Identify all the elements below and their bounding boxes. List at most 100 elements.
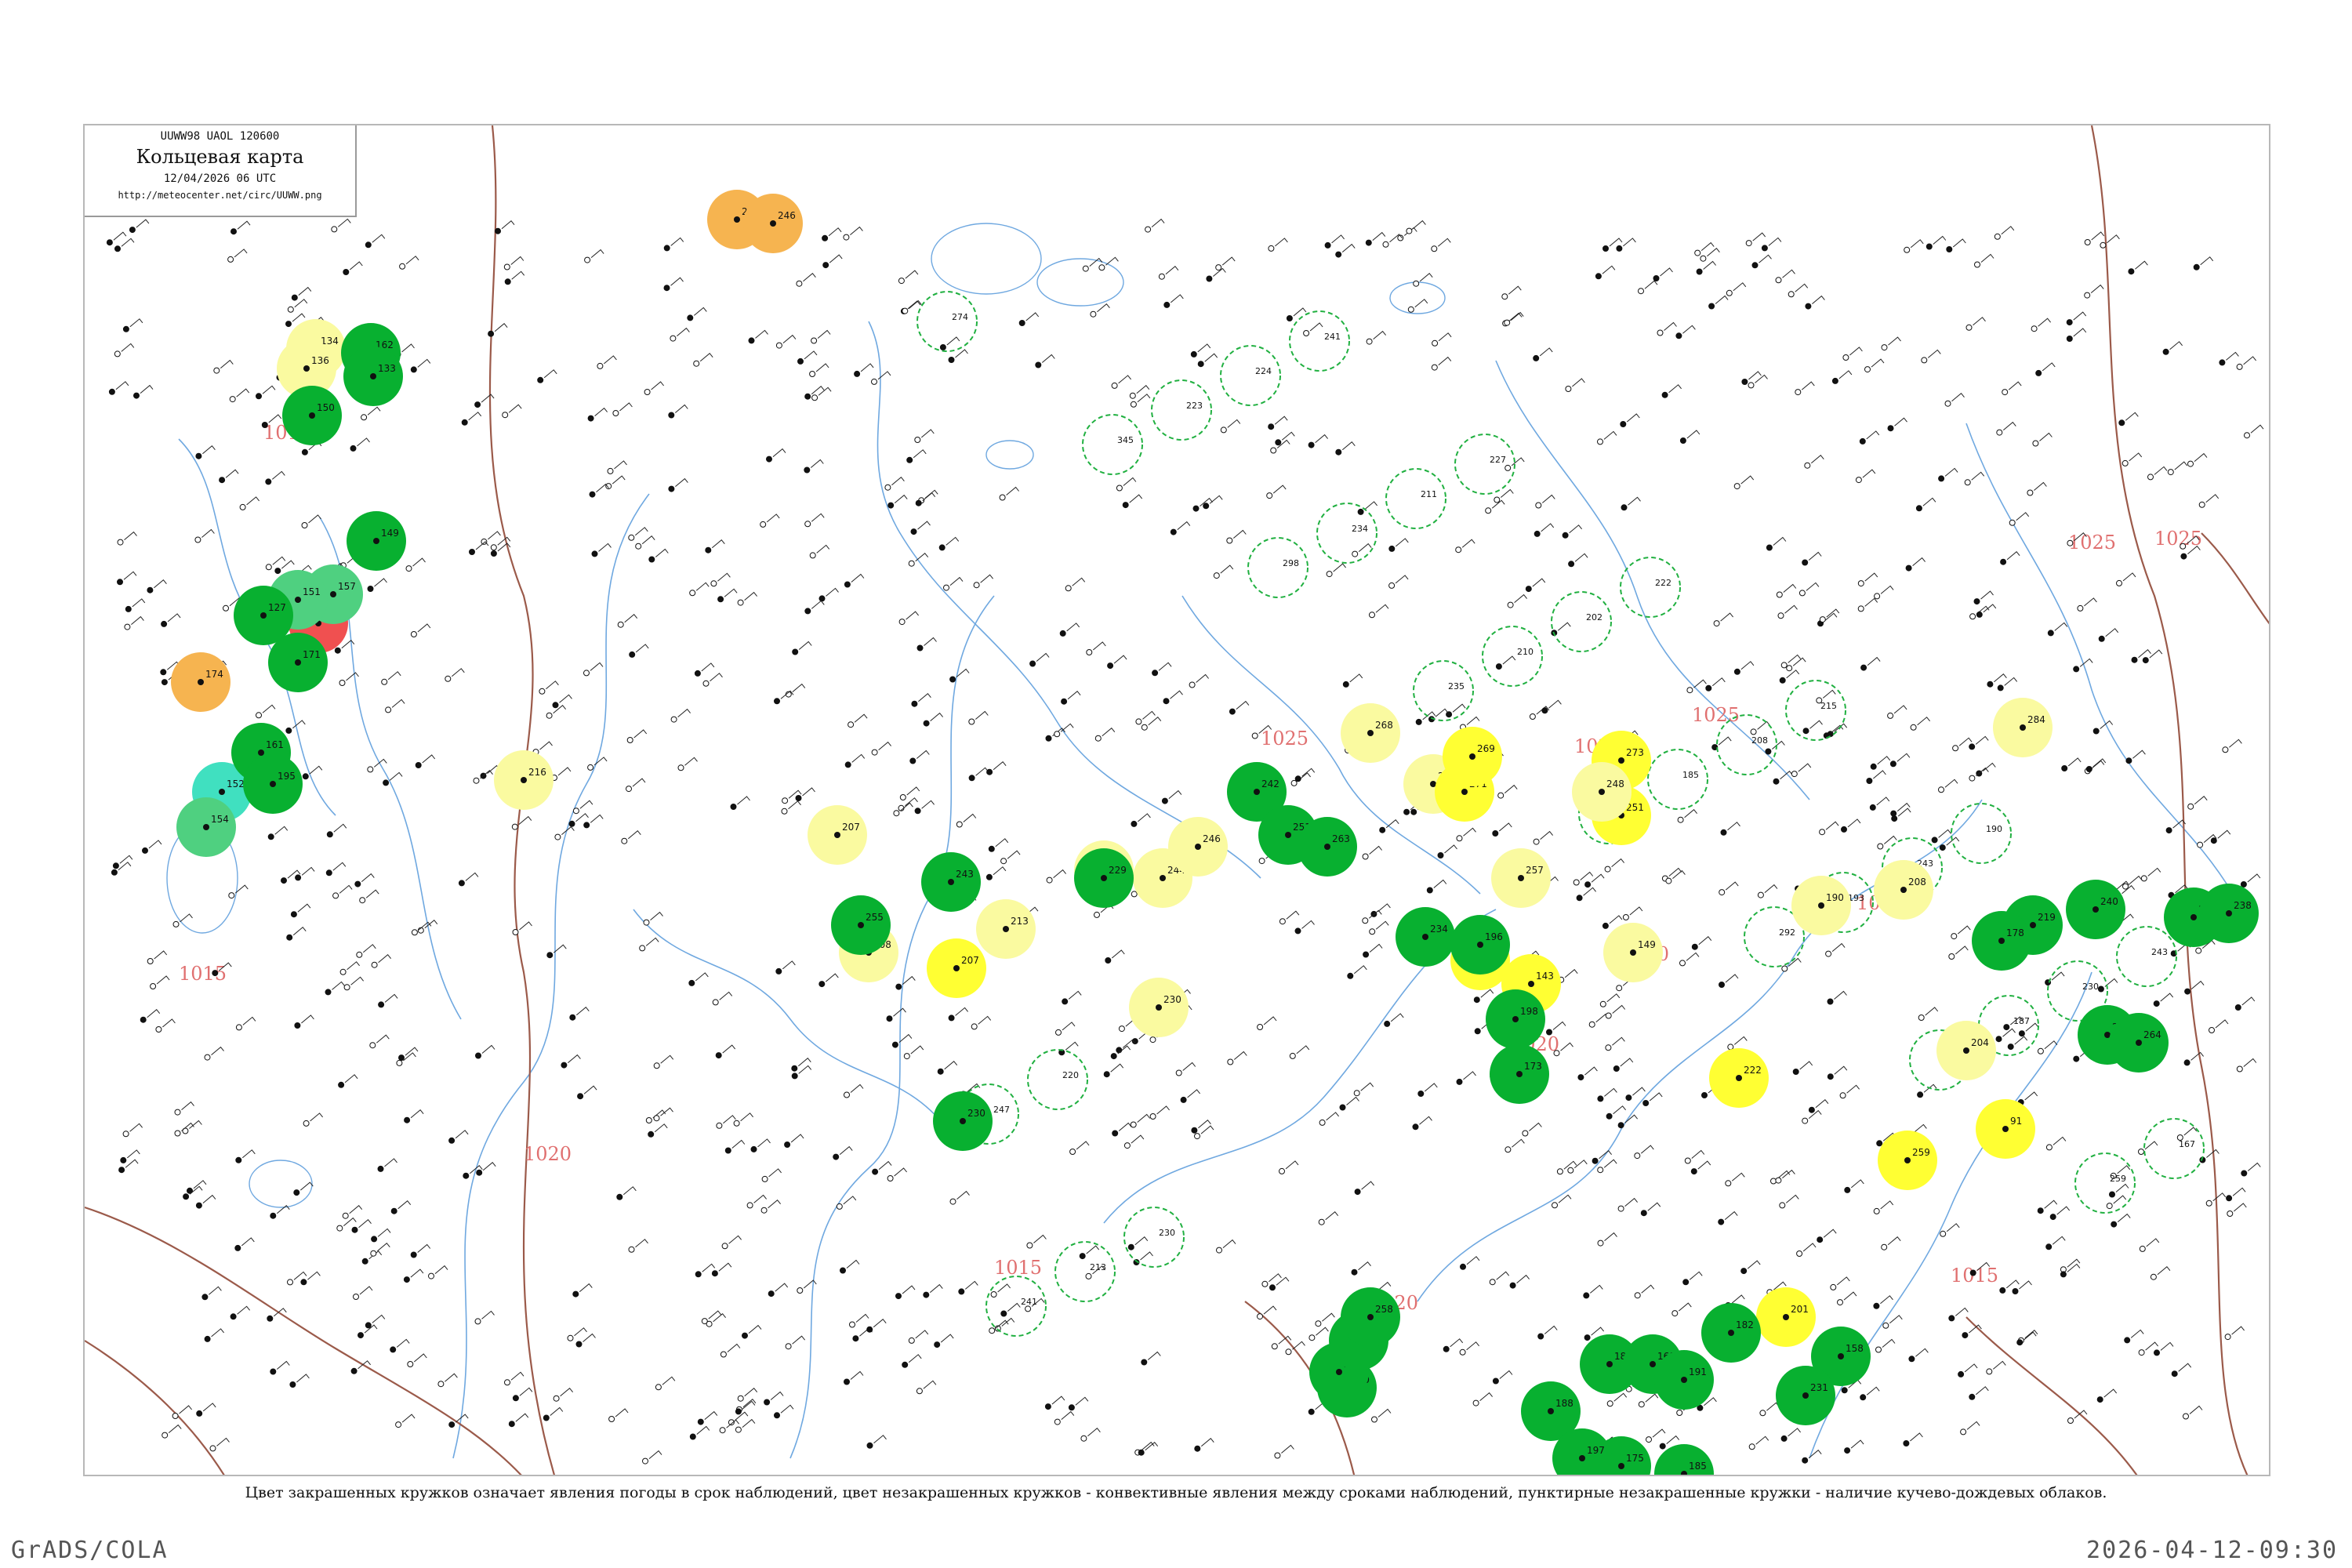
wind-barb	[362, 944, 376, 953]
wind-barb	[1733, 282, 1747, 292]
wind-barb	[308, 514, 321, 524]
station-dot	[2020, 724, 2026, 731]
station-pressure: 263	[1332, 833, 1350, 844]
wind-barb	[815, 363, 829, 372]
wind-barb	[790, 1134, 804, 1143]
wind-barb	[654, 1123, 668, 1133]
wind-barb	[384, 1158, 397, 1167]
station-dot	[2122, 459, 2129, 466]
wind-barb	[2215, 1019, 2229, 1029]
wind-barb	[731, 1139, 746, 1149]
station-dot	[1105, 957, 1112, 964]
wind-barb	[718, 1262, 732, 1272]
station-dot	[1584, 881, 1592, 888]
station-dot	[1068, 1404, 1075, 1411]
station-dot	[1275, 439, 1282, 446]
station-dot	[1808, 1106, 1815, 1113]
wind-barb	[389, 771, 403, 781]
station-dot	[1110, 1053, 1117, 1060]
station-dot	[1446, 711, 1453, 718]
station-dot	[2002, 389, 2009, 396]
station-pressure: 201	[1791, 1304, 1809, 1315]
station-dot	[1866, 778, 1873, 784]
wind-barb	[410, 1109, 424, 1119]
station-dot	[367, 766, 374, 773]
station-dot	[645, 1117, 652, 1123]
station-dot	[390, 1207, 397, 1214]
weather-circle: 178	[1972, 911, 2031, 971]
station-dot	[1960, 1428, 1967, 1436]
wind-barb	[1782, 269, 1795, 278]
station-dot	[2140, 875, 2147, 882]
station-dot	[895, 1293, 902, 1300]
wind-barb	[337, 218, 351, 227]
wind-barb	[2084, 597, 2097, 607]
station-dot	[1130, 401, 1137, 408]
station-dot	[365, 241, 372, 249]
wind-barb	[1731, 1172, 1745, 1181]
station-dot	[488, 330, 495, 337]
wind-barb	[384, 993, 398, 1003]
station-dot	[1388, 545, 1396, 552]
station-dot	[2236, 1065, 2243, 1073]
wind-barb	[1209, 495, 1223, 504]
station-dot	[546, 712, 553, 719]
station-dot	[1618, 1463, 1624, 1469]
station-dot	[370, 373, 376, 379]
station-dot	[1726, 289, 1733, 296]
wind-barb	[1801, 381, 1815, 390]
station-dot	[142, 847, 148, 854]
wind-barb	[590, 814, 604, 823]
station-dot	[1363, 951, 1370, 958]
station-dot	[1777, 612, 1784, 619]
station-dot	[1107, 662, 1114, 670]
station-dot	[1472, 1399, 1479, 1406]
station-dot	[410, 366, 417, 373]
weather-circle: 149	[347, 511, 406, 571]
station-pressure: 182	[1736, 1319, 1754, 1330]
weather-circle: 246	[1168, 817, 1228, 877]
station-dot	[475, 1052, 481, 1059]
station-dot	[1294, 927, 1301, 935]
cb-ring: 241	[1289, 310, 1350, 372]
station-dot	[1931, 837, 1938, 844]
station-pressure: 149	[1638, 939, 1656, 950]
wind-barb	[655, 548, 669, 557]
weather-circle: 190	[1791, 876, 1851, 935]
wind-barb	[1831, 942, 1846, 952]
wind-barb	[1910, 1432, 1923, 1442]
station-dot	[844, 1091, 850, 1098]
wind-barb	[817, 329, 831, 339]
map-source-url[interactable]: http://meteocenter.net/circ/UUWW.png	[85, 190, 355, 201]
wind-barb	[367, 406, 381, 416]
wind-barb	[2146, 1238, 2160, 1247]
station-dot	[626, 786, 632, 793]
wind-barb	[1129, 494, 1143, 503]
station-dot	[2210, 837, 2217, 844]
wind-barb	[2132, 750, 2146, 759]
wind-barb	[826, 587, 839, 597]
station-dot	[822, 262, 829, 269]
wind-barb	[1134, 1236, 1149, 1246]
wind-barb	[1068, 990, 1082, 1000]
wind-barb	[1110, 1063, 1124, 1073]
station-dot	[1881, 1243, 1888, 1250]
station-dot	[2073, 666, 2080, 673]
station-dot	[1802, 728, 1809, 735]
station-pressure: 246	[778, 210, 796, 221]
station-dot	[2009, 519, 2016, 526]
station-dot	[2226, 1195, 2233, 1202]
station-dot	[1191, 1127, 1198, 1134]
wind-barb	[1036, 652, 1050, 662]
station-dot	[1065, 585, 1072, 592]
station-dot	[1859, 437, 1866, 445]
station-dot	[1055, 1029, 1062, 1036]
wind-barb	[1499, 1370, 1513, 1379]
wind-barb	[1156, 1105, 1170, 1115]
station-pressure: 216	[528, 767, 546, 778]
station-dot	[1597, 1167, 1604, 1174]
station-dot	[1748, 1443, 1755, 1450]
wind-barb	[2233, 1203, 2247, 1212]
station-dot	[117, 539, 124, 546]
station-dot	[256, 712, 262, 719]
